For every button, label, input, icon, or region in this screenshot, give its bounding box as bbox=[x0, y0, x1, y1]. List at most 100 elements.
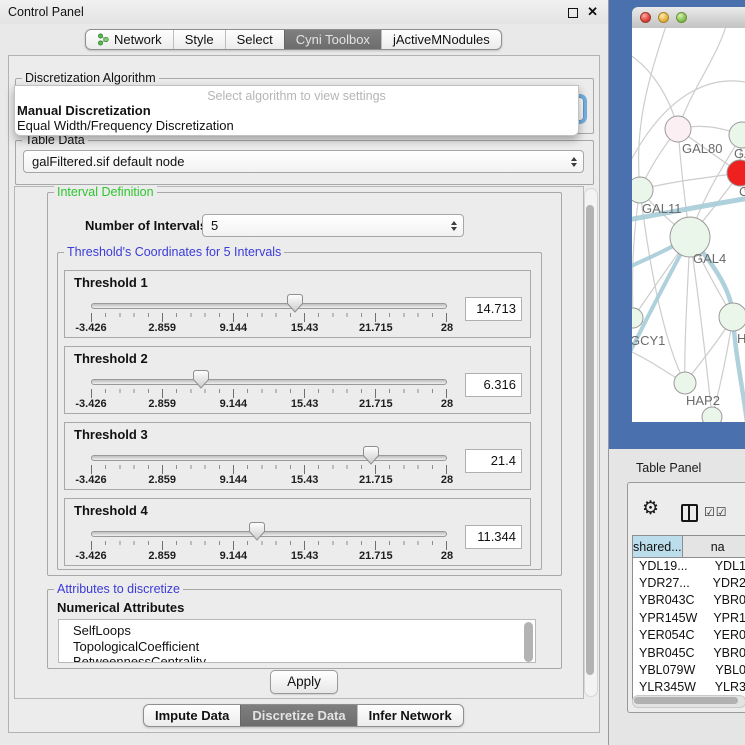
node-label: GAL80 bbox=[682, 141, 722, 156]
numerical-attributes-list[interactable]: SelfLoopsTopologicalCoefficientBetweenne… bbox=[58, 619, 536, 663]
threshold-slider[interactable]: -3.426 2.859 9.144 15.43 21.715 28 bbox=[91, 347, 447, 415]
table-cell[interactable]: YBR0 bbox=[706, 646, 745, 660]
threshold-slider[interactable]: -3.426 2.859 9.144 15.43 21.715 28 bbox=[91, 271, 447, 339]
tab-select[interactable]: Select bbox=[225, 30, 284, 49]
slider-ticks bbox=[91, 541, 447, 550]
node-label: H bbox=[737, 331, 745, 346]
tab-style[interactable]: Style bbox=[173, 30, 225, 49]
table-cell[interactable]: YBL079W bbox=[633, 663, 708, 677]
table-data-combo[interactable]: galFiltered.sif default node bbox=[23, 150, 584, 173]
table-row[interactable]: YDL19...YDL1 bbox=[633, 557, 745, 574]
table-cell[interactable]: YBR045C bbox=[633, 646, 706, 660]
slider-ticks bbox=[91, 465, 447, 474]
threshold-value-field[interactable]: 6.316 bbox=[465, 373, 522, 397]
scrollbar-thumb[interactable] bbox=[634, 697, 738, 704]
close-window-icon[interactable]: ✕ bbox=[587, 4, 598, 20]
tab-discretize-data[interactable]: Discretize Data bbox=[240, 705, 356, 726]
threshold-value-field[interactable]: 21.4 bbox=[465, 449, 522, 473]
table-row[interactable]: YDR27...YDR2 bbox=[633, 574, 745, 591]
threshold-slider[interactable]: -3.426 2.859 9.144 15.43 21.715 28 bbox=[91, 423, 447, 491]
slider-tick-labels: -3.426 2.859 9.144 15.43 21.715 28 bbox=[91, 398, 447, 410]
gear-icon[interactable]: ⚙ bbox=[642, 499, 659, 518]
network-node[interactable] bbox=[632, 177, 653, 203]
tab-jactivemnodules[interactable]: jActiveMNodules bbox=[381, 30, 501, 49]
slider-track[interactable] bbox=[91, 531, 447, 537]
table-cell[interactable]: YDL1 bbox=[708, 559, 745, 573]
network-node[interactable] bbox=[674, 372, 696, 394]
columns-icon[interactable] bbox=[681, 504, 698, 522]
network-icon bbox=[97, 33, 109, 46]
table-row[interactable]: YLR345WYLR3 bbox=[633, 679, 745, 696]
popup-option-manual-discretization[interactable]: Manual Discretization bbox=[17, 103, 151, 118]
node-table: shared... na YDL19...YDL1YDR27...YDR2YBR… bbox=[632, 535, 745, 701]
network-node[interactable] bbox=[729, 122, 745, 148]
tab-cyni-toolbox[interactable]: Cyni Toolbox bbox=[284, 30, 381, 49]
table-panel-title: Table Panel bbox=[636, 461, 701, 475]
list-scrollbar-thumb[interactable] bbox=[524, 622, 533, 662]
threshold-panel: Threshold 3 -3.426 2.859 9.144 15.43 21.… bbox=[64, 422, 531, 490]
threshold-value-field[interactable]: 11.344 bbox=[465, 525, 522, 549]
network-node[interactable] bbox=[665, 116, 691, 142]
threshold-panel: Threshold 2 -3.426 2.859 9.144 15.43 21.… bbox=[64, 346, 531, 414]
slider-thumb[interactable] bbox=[363, 446, 379, 465]
table-cell[interactable]: YBL0 bbox=[708, 663, 745, 677]
table-row[interactable]: YER054CYER0 bbox=[633, 627, 745, 644]
numerical-attributes-label: Numerical Attributes bbox=[57, 600, 184, 615]
scrollbar-thumb[interactable] bbox=[586, 205, 594, 675]
table-cell[interactable]: YPR1 bbox=[706, 611, 745, 625]
table-row[interactable]: YBR045CYBR0 bbox=[633, 644, 745, 661]
table-cell[interactable]: YLR3 bbox=[708, 680, 745, 694]
table-cell[interactable]: YPR145W bbox=[633, 611, 706, 625]
network-node[interactable] bbox=[702, 407, 722, 422]
tab-network[interactable]: Network bbox=[86, 30, 173, 49]
attribute-item[interactable]: BetweennessCentrality bbox=[73, 654, 535, 663]
popup-option-equal-width-frequency[interactable]: Equal Width/Frequency Discretization bbox=[17, 118, 234, 133]
tab-impute-data[interactable]: Impute Data bbox=[144, 705, 240, 726]
column-header-shared[interactable]: shared... bbox=[633, 536, 683, 557]
threshold-slider[interactable]: -3.426 2.859 9.144 15.43 21.715 28 bbox=[91, 499, 447, 567]
table-cell[interactable]: YBR043C bbox=[633, 593, 706, 607]
table-panel: Table Panel ⚙ ☑☑ shared... na YDL19...YD… bbox=[609, 449, 745, 745]
table-cell[interactable]: YLR345W bbox=[633, 680, 708, 694]
network-node[interactable] bbox=[727, 160, 745, 186]
horizontal-scrollbar[interactable] bbox=[632, 695, 745, 708]
checkboxes-icon[interactable]: ☑☑ bbox=[704, 505, 728, 519]
table-row[interactable]: YBL079WYBL0 bbox=[633, 661, 745, 678]
apply-button[interactable]: Apply bbox=[270, 670, 338, 694]
network-canvas[interactable]: GAL80GACGAL11GAL4GCY1HHAP2 bbox=[632, 28, 745, 422]
number-of-intervals-combo[interactable]: 5 bbox=[202, 214, 464, 237]
slider-track[interactable] bbox=[91, 379, 447, 385]
tab-infer-network[interactable]: Infer Network bbox=[357, 705, 463, 726]
slider-track[interactable] bbox=[91, 303, 447, 309]
attribute-item[interactable]: SelfLoops bbox=[73, 623, 535, 639]
group-title: Attributes to discretize bbox=[54, 583, 183, 596]
mac-close-icon[interactable] bbox=[640, 12, 651, 23]
slider-thumb[interactable] bbox=[287, 294, 303, 313]
slider-thumb[interactable] bbox=[193, 370, 209, 389]
network-node[interactable] bbox=[719, 303, 745, 331]
table-panel-window: ⚙ ☑☑ shared... na YDL19...YDL1YDR27...YD… bbox=[627, 482, 745, 713]
node-label: GCY1 bbox=[632, 333, 665, 348]
attribute-item[interactable]: TopologicalCoefficient bbox=[73, 639, 535, 655]
table-cell[interactable]: YBR0 bbox=[706, 593, 745, 607]
tab-label: Network bbox=[114, 32, 162, 47]
table-cell[interactable]: YDR2 bbox=[706, 576, 745, 590]
table-row[interactable]: YBR043CYBR0 bbox=[633, 592, 745, 609]
column-header-name[interactable]: na bbox=[683, 536, 745, 557]
slider-tick-labels: -3.426 2.859 9.144 15.43 21.715 28 bbox=[91, 322, 447, 334]
table-cell[interactable]: YDR27... bbox=[633, 576, 706, 590]
threshold-value-field[interactable]: 14.713 bbox=[465, 297, 522, 321]
table-cell[interactable]: YER0 bbox=[706, 628, 745, 642]
table-cell[interactable]: YDL19... bbox=[633, 559, 708, 573]
table-row[interactable]: YPR145WYPR1 bbox=[633, 609, 745, 626]
mac-minimize-icon[interactable] bbox=[658, 12, 669, 23]
float-window-icon[interactable] bbox=[568, 8, 578, 18]
network-node[interactable] bbox=[632, 308, 643, 328]
table-cell[interactable]: YER054C bbox=[633, 628, 706, 642]
control-panel-window: Control Panel ✕ Network Style Select Cyn… bbox=[0, 0, 609, 745]
slider-track[interactable] bbox=[91, 455, 447, 461]
vertical-scrollbar[interactable] bbox=[584, 188, 598, 697]
mac-zoom-icon[interactable] bbox=[676, 12, 687, 23]
slider-thumb[interactable] bbox=[249, 522, 265, 541]
node-label: HAP2 bbox=[686, 393, 720, 408]
